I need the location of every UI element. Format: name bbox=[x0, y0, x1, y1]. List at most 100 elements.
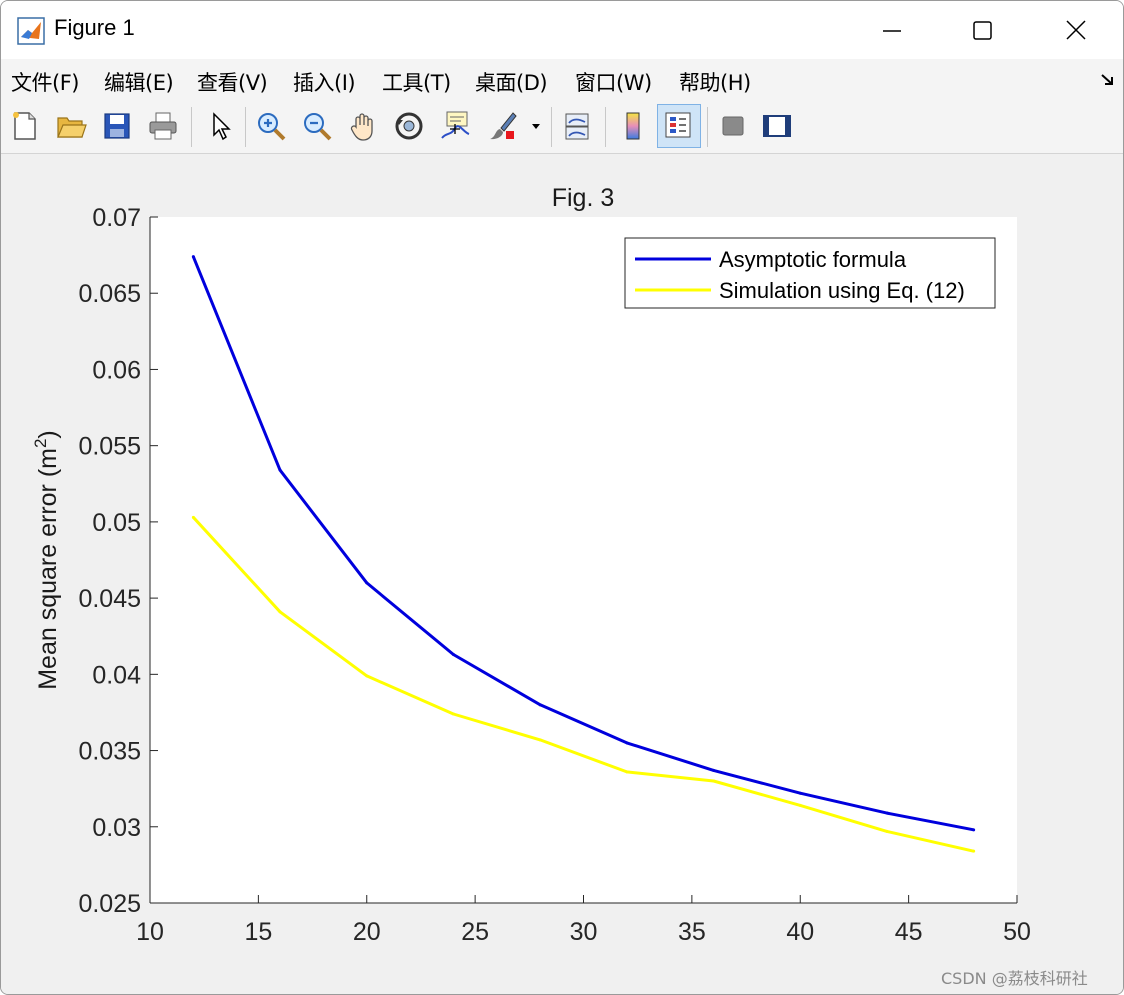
title-bar: Figure 1 bbox=[1, 1, 1123, 59]
line-chart[interactable]: Fig. 3 0.0250.030.0350.040.0450.050.0550… bbox=[1, 154, 1123, 994]
open-folder-icon bbox=[57, 117, 87, 138]
figure-toolbar bbox=[1, 101, 1123, 154]
maximize-icon bbox=[973, 21, 992, 40]
data-point bbox=[798, 791, 802, 795]
y-axis: 0.025 0.03 0.035 0.04 0.045 0.05 0.055 0.06 0.06… bbox=[78, 204, 158, 918]
y-tick-label: 0.03 bbox=[92, 814, 141, 842]
x-tick-label: 20 bbox=[353, 918, 381, 946]
close-button[interactable] bbox=[1053, 11, 1099, 51]
plot-area bbox=[150, 217, 1017, 903]
x-tick-label: 50 bbox=[1003, 918, 1031, 946]
brush-button[interactable] bbox=[483, 106, 523, 146]
data-point bbox=[712, 768, 716, 772]
minimize-icon bbox=[883, 30, 901, 32]
x-tick-label: 10 bbox=[136, 918, 164, 946]
y-tick-label: 0.06 bbox=[92, 356, 141, 384]
close-icon bbox=[1066, 20, 1086, 40]
matlab-logo-icon bbox=[17, 17, 45, 45]
y-tick-label: 0.055 bbox=[78, 433, 141, 461]
pointer-icon bbox=[213, 112, 231, 141]
data-point bbox=[365, 581, 369, 585]
menu-tools[interactable]: 工具(T) bbox=[382, 67, 451, 97]
maximize-button[interactable] bbox=[959, 11, 1005, 51]
toolbar-separator bbox=[551, 107, 552, 147]
minimize-button[interactable] bbox=[869, 11, 915, 51]
x-tick-label: 45 bbox=[895, 918, 923, 946]
open-file-button[interactable] bbox=[51, 106, 91, 146]
toolbar-separator bbox=[191, 107, 192, 147]
menu-window[interactable]: 窗口(W) bbox=[575, 67, 652, 97]
zoom-out-button[interactable] bbox=[297, 106, 337, 146]
data-point bbox=[538, 703, 542, 707]
edit-plot-button[interactable] bbox=[199, 106, 239, 146]
dock-arrow-icon[interactable] bbox=[1099, 71, 1117, 89]
colorbar-button[interactable] bbox=[613, 106, 653, 146]
y-tick-label: 0.07 bbox=[92, 204, 141, 232]
menu-help[interactable]: 帮助(H) bbox=[679, 67, 751, 97]
y-tick-label: 0.045 bbox=[78, 585, 141, 613]
data-point bbox=[191, 515, 195, 519]
dock-figure-icon bbox=[763, 115, 791, 137]
legend[interactable]: Asymptotic formula Simulation using Eq. (… bbox=[624, 237, 996, 309]
link-plot-icon bbox=[565, 113, 589, 140]
print-button[interactable] bbox=[143, 106, 183, 146]
hide-tools-icon bbox=[722, 116, 744, 136]
menu-view[interactable]: 查看(V) bbox=[197, 67, 268, 97]
y-tick-label: 0.05 bbox=[92, 509, 141, 537]
legend-label: Simulation using Eq. (12) bbox=[719, 278, 965, 303]
show-plot-tools-button[interactable] bbox=[757, 106, 797, 146]
brush-dropdown[interactable] bbox=[525, 106, 547, 146]
x-tick-label: 25 bbox=[461, 918, 489, 946]
data-point bbox=[972, 849, 976, 853]
zoom-in-icon bbox=[258, 113, 286, 141]
data-point bbox=[712, 779, 716, 783]
new-figure-button[interactable] bbox=[5, 106, 45, 146]
data-point bbox=[885, 829, 889, 833]
pan-hand-icon bbox=[350, 113, 373, 141]
rotate-3d-icon bbox=[395, 112, 423, 140]
x-tick-label: 15 bbox=[244, 918, 272, 946]
print-icon bbox=[149, 112, 177, 140]
figure-window: Figure 1 文件(F) 编辑(E) 查看(V) 插入(I) 工具(T) 桌… bbox=[0, 0, 1124, 995]
link-plot-button[interactable] bbox=[557, 106, 597, 146]
data-point bbox=[972, 828, 976, 832]
menu-file[interactable]: 文件(F) bbox=[11, 67, 79, 97]
y-axis-label: Mean square error (m2) bbox=[31, 430, 62, 690]
x-tick-label: 40 bbox=[786, 918, 814, 946]
x-tick-label: 30 bbox=[570, 918, 598, 946]
rotate-3d-button[interactable] bbox=[389, 106, 429, 146]
legend-icon bbox=[665, 112, 691, 138]
legend-label: Asymptotic formula bbox=[719, 247, 907, 272]
zoom-out-icon bbox=[304, 113, 332, 141]
data-point bbox=[451, 712, 455, 716]
hide-plot-tools-button[interactable] bbox=[713, 106, 753, 146]
legend-button[interactable] bbox=[657, 104, 701, 148]
menu-desktop[interactable]: 桌面(D) bbox=[475, 67, 548, 97]
toolbar-separator bbox=[707, 107, 708, 147]
data-point bbox=[365, 674, 369, 678]
y-tick-label: 0.04 bbox=[92, 661, 141, 689]
x-tick-label: 35 bbox=[678, 918, 706, 946]
data-point bbox=[885, 811, 889, 815]
zoom-in-button[interactable] bbox=[251, 106, 291, 146]
window-title: Figure 1 bbox=[54, 15, 135, 40]
chart-title: Fig. 3 bbox=[552, 184, 615, 212]
y-tick-label: 0.025 bbox=[78, 890, 141, 918]
x-axis: 10 15 20 25 30 35 40 45 50 bbox=[136, 895, 1031, 946]
menu-bar: 文件(F) 编辑(E) 查看(V) 插入(I) 工具(T) 桌面(D) 窗口(W… bbox=[1, 59, 1123, 101]
data-cursor-icon bbox=[441, 111, 470, 139]
data-point bbox=[191, 255, 195, 259]
data-point bbox=[625, 770, 629, 774]
data-point bbox=[278, 468, 282, 472]
data-tips-button[interactable] bbox=[435, 106, 475, 146]
save-icon bbox=[104, 113, 130, 139]
colorbar-icon bbox=[626, 112, 640, 140]
y-tick-label: 0.065 bbox=[78, 280, 141, 308]
menu-insert[interactable]: 插入(I) bbox=[293, 67, 356, 97]
menu-edit[interactable]: 编辑(E) bbox=[104, 67, 174, 97]
save-button[interactable] bbox=[97, 106, 137, 146]
chevron-down-icon bbox=[532, 124, 540, 129]
pan-button[interactable] bbox=[343, 106, 383, 146]
y-tick-label: 0.035 bbox=[78, 738, 141, 766]
brush-icon bbox=[490, 112, 517, 140]
